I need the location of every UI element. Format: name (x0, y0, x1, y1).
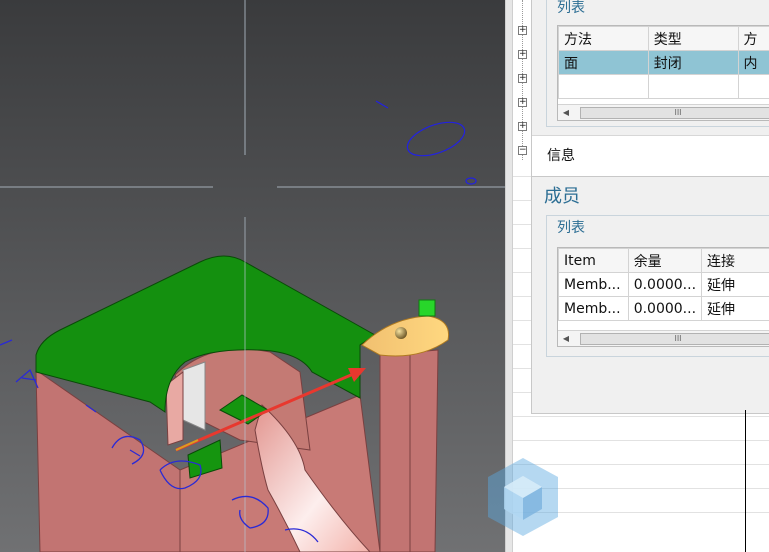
info-row: 信息 (532, 135, 769, 177)
table-cell[interactable]: Memb... (558, 272, 629, 297)
table-cell[interactable]: 延伸 (701, 272, 769, 297)
horizontal-scrollbar[interactable]: ◀ III (558, 104, 769, 120)
table-cell[interactable]: 延伸 (701, 296, 769, 321)
column-header[interactable]: Item (558, 248, 629, 273)
info-label: 信息 (547, 148, 575, 164)
tree-gutter: + + + + + − (513, 0, 531, 170)
scroll-left-icon[interactable]: ◀ (560, 333, 572, 345)
table-row-empty (558, 74, 769, 99)
scroll-thumb[interactable]: III (580, 333, 769, 345)
tree-expand-icon[interactable]: + (518, 26, 527, 35)
pocket-white-slot (182, 361, 206, 431)
table-cell[interactable]: 0.0000... (627, 296, 703, 321)
table-cell[interactable]: 0.0000... (627, 272, 703, 297)
tree-expand-icon[interactable]: + (518, 98, 527, 107)
green-handle-cube (418, 299, 436, 317)
table-cell[interactable]: Memb... (558, 296, 629, 321)
method-list-title: 列表 (554, 0, 588, 17)
column-header[interactable]: 类型 (647, 26, 739, 51)
scroll-thumb[interactable]: III (580, 107, 769, 119)
method-table[interactable]: 方法 类型 方 面 封闭 内 ◀ III (557, 25, 769, 121)
column-header[interactable]: 连接 (701, 248, 769, 273)
table-row[interactable]: Memb... 0.0000... 延伸 (558, 272, 769, 297)
vertical-rule (745, 410, 746, 552)
scroll-left-icon[interactable]: ◀ (560, 107, 572, 119)
3d-viewport[interactable] (0, 0, 513, 552)
table-row[interactable]: 面 封闭 内 (558, 50, 769, 75)
members-list-title: 列表 (554, 217, 588, 237)
table-row[interactable]: Memb... 0.0000... 延伸 (558, 296, 769, 321)
table-cell[interactable]: 封闭 (647, 50, 739, 75)
model-canvas[interactable] (0, 0, 513, 552)
tree-expand-icon[interactable]: + (518, 122, 527, 131)
tree-expand-icon[interactable]: + (518, 74, 527, 83)
column-header[interactable]: 方 (737, 26, 769, 51)
members-table[interactable]: Item 余量 连接 Memb... 0.0000... 延伸 Memb... … (557, 247, 769, 347)
table-cell[interactable]: 内 (737, 50, 769, 75)
table-cell[interactable]: 面 (558, 50, 649, 75)
cube-logo-icon (488, 458, 558, 536)
tree-expand-icon[interactable]: + (518, 50, 527, 59)
method-dialog: 列表 方法 类型 方 面 封闭 内 ◀ III 信息 (531, 0, 769, 177)
members-dialog: 成员 列表 Item 余量 连接 Memb... 0.0000... 延伸 Me… (531, 176, 769, 414)
tree-collapse-icon[interactable]: − (518, 146, 527, 155)
cylinder-body (379, 349, 439, 552)
members-title: 成员 (544, 186, 580, 207)
horizontal-scrollbar[interactable]: ◀ III (558, 330, 769, 346)
column-header[interactable]: 方法 (558, 26, 649, 51)
column-header[interactable]: 余量 (627, 248, 703, 273)
origin-ball (395, 327, 407, 339)
